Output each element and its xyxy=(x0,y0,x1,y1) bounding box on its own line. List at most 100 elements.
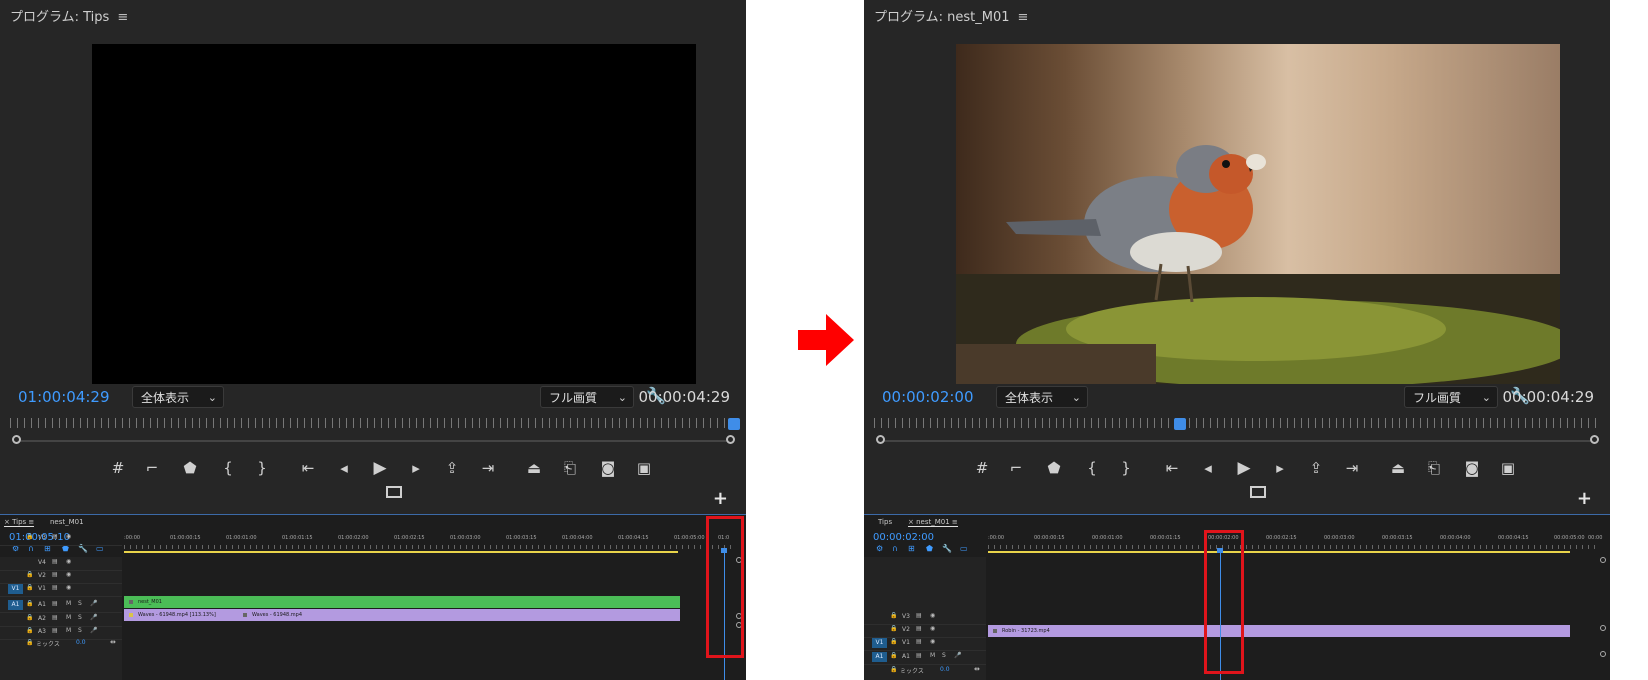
step-forward-icon[interactable]: ▸ xyxy=(1268,456,1292,480)
tab-tips[interactable]: Tips xyxy=(878,518,892,526)
mute-toggle[interactable]: M xyxy=(66,600,71,607)
eye-icon[interactable]: ◉ xyxy=(66,571,71,578)
solo-toggle[interactable]: S xyxy=(78,614,82,621)
zoom-scrollbar-handle-right[interactable] xyxy=(726,435,735,444)
program-viewer[interactable] xyxy=(956,44,1560,384)
add-marker-icon[interactable]: ⬟ xyxy=(926,544,933,553)
monitor-playhead[interactable] xyxy=(728,418,740,430)
track-row-a2[interactable]: 🔒 A2 ▤ M S 🎤 xyxy=(0,613,122,627)
mute-toggle[interactable]: M xyxy=(66,614,71,621)
sync-lock-icon[interactable]: ▤ xyxy=(916,612,922,619)
lock-icon[interactable]: 🔒 xyxy=(26,627,33,634)
mark-out-icon[interactable]: } xyxy=(1114,456,1138,480)
lock-icon[interactable]: 🔒 xyxy=(26,533,33,540)
source-patch-v1[interactable]: V1 xyxy=(8,584,23,594)
zoom-scrollbar-handle-left[interactable] xyxy=(12,435,21,444)
eye-icon[interactable]: ◉ xyxy=(66,584,71,591)
mute-toggle[interactable]: M xyxy=(66,627,71,634)
source-patch-a1[interactable]: A1 xyxy=(872,652,887,662)
sync-lock-icon[interactable]: ▤ xyxy=(916,625,922,632)
marker-icon[interactable]: ⬟ xyxy=(1042,456,1066,480)
sync-lock-icon[interactable]: ▤ xyxy=(916,638,922,645)
step-back-icon[interactable]: ◂ xyxy=(332,456,356,480)
nest-sequence-icon[interactable]: ⚙ xyxy=(876,544,883,553)
microphone-icon[interactable]: 🎤 xyxy=(90,600,97,607)
mark-out-icon[interactable]: } xyxy=(250,456,274,480)
lock-icon[interactable]: 🔒 xyxy=(890,666,897,673)
tab-tips[interactable]: × Tips ≡ xyxy=(4,518,35,527)
export-frame-out-icon[interactable]: ⇪ xyxy=(440,456,464,480)
monitor-time-ruler[interactable] xyxy=(10,418,736,428)
track-row-v4[interactable]: V4 ▤ ◉ xyxy=(0,557,122,571)
hamburger-menu-icon[interactable]: ≡ xyxy=(117,10,128,25)
go-to-in-icon[interactable]: ⇤ xyxy=(1160,456,1184,480)
extract-icon[interactable]: ⎗ xyxy=(1422,456,1446,480)
hamburger-menu-icon[interactable]: ≡ xyxy=(1018,10,1029,25)
tab-nest-m01[interactable]: × nest_M01 ≡ xyxy=(908,518,958,527)
microphone-icon[interactable]: 🎤 xyxy=(90,627,97,634)
tab-nest-m01[interactable]: nest_M01 xyxy=(50,518,84,526)
eye-icon[interactable]: ◉ xyxy=(930,612,935,619)
zoom-level-select[interactable]: 全体表示 ⌄ xyxy=(996,386,1088,408)
solo-toggle[interactable]: S xyxy=(78,600,82,607)
solo-toggle[interactable]: S xyxy=(942,652,946,659)
zoom-level-select[interactable]: 全体表示 ⌄ xyxy=(132,386,224,408)
timeline-timecode[interactable]: 00:00:02:00 xyxy=(873,532,934,543)
track-row-v3[interactable]: 🔒 V3 ▤ ◉ xyxy=(0,532,122,546)
safe-margins-icon[interactable] xyxy=(1250,486,1266,498)
zoom-scrollbar-handle-left[interactable] xyxy=(876,435,885,444)
lock-icon[interactable]: 🔒 xyxy=(26,571,33,578)
mark-in-icon[interactable]: { xyxy=(1080,456,1104,480)
go-to-in-icon[interactable]: ⇤ xyxy=(296,456,320,480)
timeline-clip-audio[interactable]: Waves - 61948.mp4 xyxy=(238,609,680,621)
safe-margins-icon[interactable] xyxy=(386,486,402,498)
program-viewer[interactable] xyxy=(92,44,696,384)
playhead-timecode[interactable]: 01:00:04:29 xyxy=(18,388,110,406)
snap-icon[interactable]: ∩ xyxy=(892,544,898,553)
sync-lock-icon[interactable]: ▤ xyxy=(916,652,922,659)
track-row-v2[interactable]: 🔒 V2 ▤ ◉ xyxy=(864,624,986,638)
timeline-clip-video[interactable]: nest_M01 xyxy=(124,596,680,608)
hash-marker-icon[interactable]: # xyxy=(106,456,130,480)
comparison-view-icon[interactable]: ▣ xyxy=(632,456,656,480)
eye-icon[interactable]: ◉ xyxy=(66,558,71,565)
track-row-a1[interactable]: A1 🔒 A1 ▤ M S 🎤 xyxy=(0,599,122,613)
lift-icon[interactable]: ⏏ xyxy=(1386,456,1410,480)
work-area-bar[interactable] xyxy=(988,551,1570,553)
timeline-clip-video[interactable]: Robin - 31723.mp4 xyxy=(988,625,1570,637)
play-icon[interactable]: ▶ xyxy=(368,456,392,480)
microphone-icon[interactable]: 🎤 xyxy=(954,652,961,659)
sync-lock-icon[interactable]: ▤ xyxy=(52,533,58,540)
lock-icon[interactable]: 🔒 xyxy=(26,614,33,621)
track-row-v3[interactable]: 🔒 V3 ▤ ◉ xyxy=(864,611,986,625)
plus-icon[interactable]: + xyxy=(1577,488,1592,509)
zoom-scrollbar[interactable] xyxy=(878,440,1598,442)
source-patch-a1[interactable]: A1 xyxy=(8,600,23,610)
track-row-v1[interactable]: V1 🔒 V1 ▤ ◉ xyxy=(0,583,122,597)
camera-icon[interactable]: ◙ xyxy=(596,456,620,480)
lock-icon[interactable]: 🔒 xyxy=(26,584,33,591)
go-to-out-icon[interactable]: ⇥ xyxy=(1340,456,1364,480)
jump-icon[interactable]: ⇹ xyxy=(974,665,980,673)
zoom-scrollbar-handle-right[interactable] xyxy=(1590,435,1599,444)
microphone-icon[interactable]: 🎤 xyxy=(90,614,97,621)
add-marker-flag-icon[interactable]: ⌐ xyxy=(140,456,164,480)
sync-lock-icon[interactable]: ▤ xyxy=(52,627,58,634)
timeline-clip-audio[interactable]: Waves - 61948.mp4 [113.13%] xyxy=(124,609,238,621)
lock-icon[interactable]: 🔒 xyxy=(26,600,33,607)
go-to-out-icon[interactable]: ⇥ xyxy=(476,456,500,480)
linked-selection-icon[interactable]: ⊞ xyxy=(908,544,915,553)
mix-value[interactable]: 0.0 xyxy=(940,666,950,673)
vertical-zoom-handle[interactable] xyxy=(1600,625,1606,631)
sync-lock-icon[interactable]: ▤ xyxy=(52,600,58,607)
step-back-icon[interactable]: ◂ xyxy=(1196,456,1220,480)
marker-icon[interactable]: ⬟ xyxy=(178,456,202,480)
lock-icon[interactable]: 🔒 xyxy=(26,639,33,646)
extract-icon[interactable]: ⎗ xyxy=(558,456,582,480)
mark-in-icon[interactable]: { xyxy=(216,456,240,480)
plus-icon[interactable]: + xyxy=(713,488,728,509)
vertical-zoom-handle[interactable] xyxy=(1600,651,1606,657)
sync-lock-icon[interactable]: ▤ xyxy=(52,614,58,621)
zoom-scrollbar[interactable] xyxy=(14,440,734,442)
lock-icon[interactable]: 🔒 xyxy=(890,625,897,632)
